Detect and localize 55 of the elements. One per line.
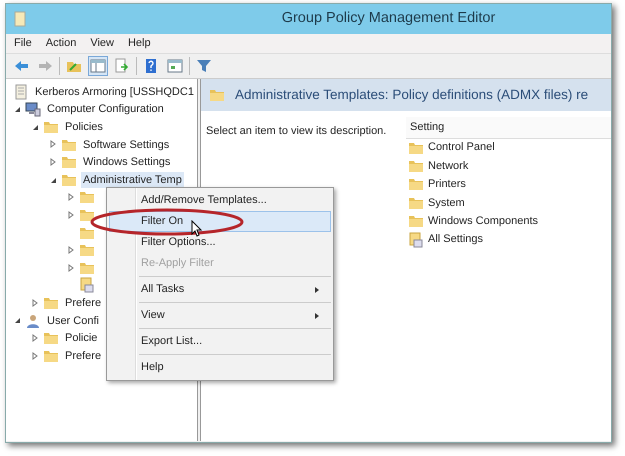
tree-item[interactable]: Computer Configuration <box>45 101 166 118</box>
document-icon <box>13 84 29 100</box>
menu-item[interactable]: Filter Options... <box>109 232 331 253</box>
menu-item[interactable]: Export List... <box>109 331 331 352</box>
tree-item[interactable]: Kerberos Armoring [USSHQDC1 <box>33 84 196 100</box>
tree-item[interactable]: Software Settings <box>81 136 172 153</box>
list-item[interactable]: All Settings <box>428 231 484 248</box>
help-icon <box>143 58 159 74</box>
folder-icon <box>209 87 225 103</box>
tree-item[interactable]: Policies <box>63 118 105 135</box>
folder-icon <box>408 158 424 174</box>
folder-icon <box>79 242 95 258</box>
folder-icon <box>61 154 77 170</box>
tree-item[interactable]: Windows Settings <box>81 154 172 170</box>
submenu-arrow-icon <box>314 286 320 294</box>
tree-item[interactable]: Prefere <box>63 348 104 364</box>
description-text: Select an item to view its description. <box>206 125 386 137</box>
computer-icon <box>25 101 41 118</box>
filter-icon <box>196 58 212 74</box>
menu-item[interactable]: View <box>109 305 331 326</box>
folder-icon <box>79 189 95 206</box>
export-icon <box>114 58 130 74</box>
menu-item[interactable]: All Tasks <box>109 279 331 300</box>
header-title: Administrative Templates: Policy definitions (ADMX files) re <box>235 86 588 104</box>
menu-item[interactable]: Help <box>109 357 331 378</box>
column-header[interactable]: Setting <box>406 117 611 138</box>
folder-icon <box>43 330 59 346</box>
tree-item[interactable]: User Confi <box>45 312 101 329</box>
list-item[interactable]: Control Panel <box>428 139 495 156</box>
menu-item[interactable]: Help <box>128 35 151 52</box>
list-item[interactable]: Printers <box>428 176 466 193</box>
menu-item[interactable]: Action <box>46 35 76 52</box>
folder-icon <box>408 213 424 230</box>
menu-item[interactable]: Filter On <box>109 211 331 232</box>
list-item[interactable]: Network <box>428 158 468 174</box>
menu-item[interactable]: Add/Remove Templates... <box>109 190 331 211</box>
settings-icon <box>79 277 95 294</box>
settings-icon <box>408 232 424 248</box>
list-item[interactable]: Windows Components <box>428 213 538 230</box>
back-arrow-icon <box>13 58 29 74</box>
user-icon <box>25 312 41 329</box>
panel-button[interactable] <box>88 56 108 76</box>
list-item[interactable]: System <box>428 194 465 212</box>
submenu-arrow-icon <box>314 312 320 320</box>
app-icon <box>12 11 28 27</box>
menu-item[interactable]: View <box>90 35 114 52</box>
panel-icon <box>90 58 106 74</box>
tree-item[interactable]: Administrative Temp <box>81 172 184 188</box>
window-title: Group Policy Management Editor <box>280 9 496 28</box>
tree-item[interactable]: Prefere <box>63 294 104 311</box>
folder-icon <box>408 176 424 192</box>
tree-item[interactable]: Policie <box>63 330 100 346</box>
window-icon <box>167 58 183 74</box>
forward-arrow-icon <box>37 58 53 74</box>
menu-item[interactable]: File <box>14 35 32 52</box>
